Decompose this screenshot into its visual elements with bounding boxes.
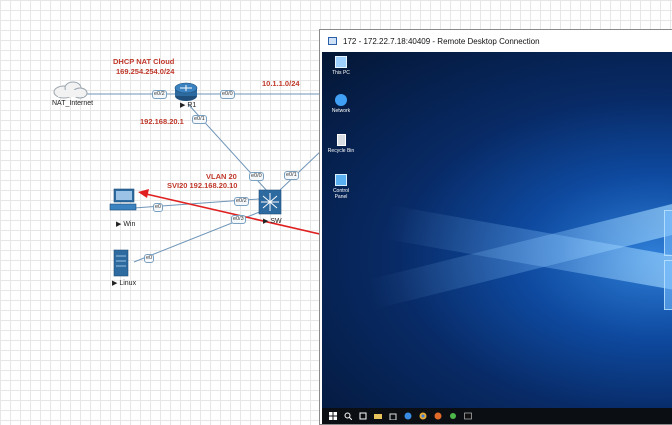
port-linux-e0: e0 [144,254,155,263]
router-name: R1 [187,102,197,109]
port-sw-e0-1: e0/1 [284,171,299,180]
desktop-icon-this-pc[interactable]: This PC [326,56,356,76]
task-view-icon[interactable] [358,412,367,421]
port-r1-e0-1: e0/1 [192,115,207,124]
router-label: ▶ R1 [180,102,197,109]
desktop-icon-network[interactable]: Network [326,94,356,114]
linux-name: Linux [119,280,137,287]
remote-desktop-icon [328,37,337,45]
rdp-subnet-label: 10.1.1.0/24 [262,79,300,88]
windows-start-icon[interactable] [328,412,337,421]
desktop-icon-label: This PC [332,70,350,76]
desktop-icon-control-panel[interactable]: Control Panel [326,174,356,200]
port-r1-e0-0: e0/0 [220,90,235,99]
win-label: ▶ Win [116,221,136,228]
annotation-arrowhead [138,189,149,198]
rdp-window-title: 172 - 172.22.7.18:40409 - Remote Desktop… [343,36,540,46]
control-panel-icon [335,174,347,186]
linux-server-icon[interactable] [113,249,129,277]
desktop-icon-recycle-bin[interactable]: Recycle Bin [326,134,356,154]
settings-icon[interactable] [448,412,457,421]
switch-icon[interactable] [258,189,282,215]
store-icon[interactable] [388,412,397,421]
svi-label: SVI20 192.168.20.10 [167,181,238,190]
port-win-e0: e0 [153,203,164,212]
file-explorer-icon[interactable] [373,412,382,421]
search-icon[interactable] [343,412,352,421]
desktop-icon-label: Control Panel [332,188,350,200]
switch-label: ▶ SW [263,218,282,225]
remote-desktop-window[interactable]: 172 - 172.22.7.18:40409 - Remote Desktop… [319,29,672,425]
windows-desktop[interactable]: This PC Network Recycle Bin Control Pane… [322,52,672,424]
windows-pc-icon[interactable] [109,188,137,211]
network-icon [335,94,347,106]
edge-icon[interactable] [403,412,412,421]
cloud-icon[interactable] [53,81,88,99]
port-sw-e0-2: e0/2 [234,197,249,206]
chrome-icon[interactable] [418,412,427,421]
linux-label: ▶ Linux [112,280,137,287]
router-switch-ip-label: 192.168.20.1 [140,117,184,126]
switch-name: SW [270,218,282,225]
computer-icon [335,56,347,68]
cloud-subnet-label: 169.254.254.0/24 [116,67,175,76]
windows-logo-pane [664,210,672,256]
router-icon[interactable] [174,82,198,101]
recycle-bin-icon [336,134,346,146]
link-sw-rdp [279,149,323,191]
terminal-icon[interactable] [463,412,472,421]
rdp-title-bar[interactable]: 172 - 172.22.7.18:40409 - Remote Desktop… [320,30,672,52]
cloud-name-label: DHCP NAT Cloud [113,57,175,66]
windows-logo-pane [664,260,672,310]
win-name: Win [123,221,136,228]
port-sw-e0-3: e0/3 [231,215,246,224]
desktop-icon-label: Recycle Bin [327,148,355,154]
desktop-icon-label: Network [331,108,351,114]
firefox-icon[interactable] [433,412,442,421]
vlan-label: VLAN 20 [206,172,237,181]
port-sw-e0-0: e0/0 [249,172,264,181]
taskbar [322,408,672,424]
port-r1-e0-2: e0/2 [152,90,167,99]
nat-internet-label: NAT_Internet [52,100,94,107]
